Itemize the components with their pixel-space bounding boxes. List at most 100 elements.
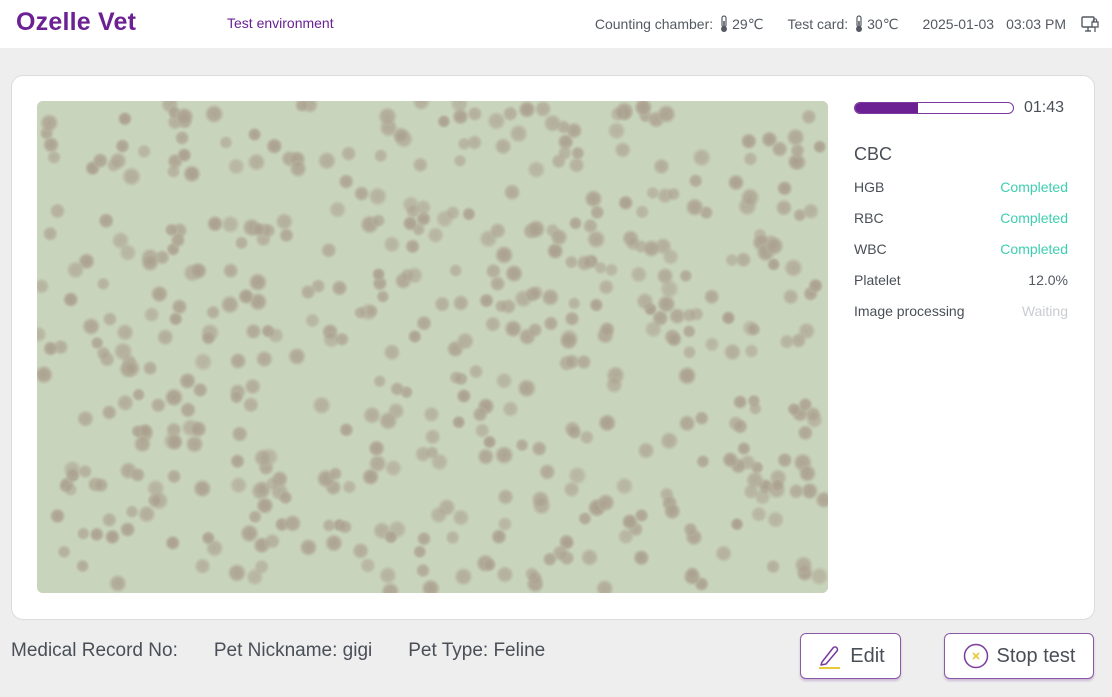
blood-cell bbox=[659, 431, 679, 451]
test-item-hgb: HGB Completed bbox=[854, 171, 1068, 202]
blood-cell bbox=[165, 433, 184, 451]
test-item-name: Platelet bbox=[854, 271, 901, 288]
blood-cell bbox=[580, 548, 599, 567]
microscopy-image bbox=[37, 101, 828, 593]
blood-cell bbox=[732, 394, 748, 410]
blood-cell bbox=[416, 531, 432, 547]
blood-cell bbox=[407, 329, 423, 344]
blood-cell bbox=[764, 236, 785, 256]
blood-cell bbox=[494, 445, 515, 465]
blood-cell bbox=[802, 202, 820, 220]
blood-cell bbox=[200, 330, 217, 346]
blood-cell bbox=[76, 526, 91, 541]
blood-cell bbox=[482, 557, 497, 572]
blood-cell bbox=[543, 113, 563, 133]
blood-cell bbox=[797, 397, 813, 412]
blood-cell bbox=[424, 428, 442, 446]
blood-cell bbox=[229, 475, 248, 495]
blood-cell bbox=[39, 113, 59, 133]
blood-cell bbox=[645, 185, 660, 200]
blood-cell bbox=[42, 225, 59, 242]
blood-cell bbox=[786, 127, 806, 147]
blood-cell bbox=[448, 370, 464, 386]
blood-cell bbox=[474, 422, 491, 439]
blood-cell bbox=[588, 297, 604, 313]
blood-cell bbox=[205, 304, 221, 320]
blood-cell bbox=[632, 549, 650, 567]
blood-cell bbox=[729, 517, 745, 532]
blood-cell bbox=[93, 477, 109, 494]
blood-cell bbox=[247, 127, 262, 142]
blood-cell bbox=[542, 315, 559, 332]
blood-cell bbox=[117, 111, 133, 127]
blood-cell bbox=[402, 215, 419, 232]
blood-cell bbox=[378, 566, 398, 585]
edit-button[interactable]: Edit bbox=[800, 633, 901, 679]
blood-cell bbox=[452, 294, 470, 312]
blood-cell bbox=[42, 136, 60, 154]
blood-cell bbox=[524, 566, 540, 582]
blood-cell bbox=[604, 262, 619, 278]
blood-cell bbox=[570, 145, 586, 161]
time: 03:03 PM bbox=[1006, 16, 1066, 32]
blood-cell bbox=[182, 164, 202, 184]
blood-cell bbox=[478, 292, 495, 309]
blood-cell bbox=[776, 452, 793, 469]
blood-cell bbox=[367, 186, 388, 207]
blood-cell bbox=[694, 410, 710, 426]
blood-cell bbox=[63, 482, 78, 497]
test-item-status: Waiting bbox=[1021, 302, 1068, 319]
blood-cell bbox=[331, 279, 348, 297]
blood-cell bbox=[255, 349, 274, 369]
blood-cell bbox=[133, 434, 152, 454]
blood-cell bbox=[495, 371, 514, 390]
blood-cell bbox=[220, 294, 240, 315]
blood-cell bbox=[504, 264, 524, 283]
counting-chamber-label: Counting chamber: bbox=[594, 16, 714, 32]
blood-cell bbox=[114, 138, 131, 154]
blood-cell bbox=[56, 544, 72, 559]
blood-cell bbox=[361, 467, 380, 486]
blood-cell bbox=[703, 288, 721, 306]
blood-cell bbox=[251, 221, 266, 237]
blood-cell bbox=[575, 353, 592, 371]
blood-cell bbox=[174, 130, 190, 146]
blood-cell bbox=[652, 157, 671, 176]
blood-cell bbox=[596, 493, 616, 512]
blood-cell bbox=[389, 381, 405, 397]
blood-cell bbox=[579, 429, 595, 446]
blood-cell bbox=[691, 147, 712, 168]
blood-cell bbox=[108, 574, 128, 593]
blood-cell bbox=[562, 480, 581, 499]
test-item-name: RBC bbox=[854, 209, 884, 226]
network-lock-icon[interactable] bbox=[1080, 14, 1100, 34]
blood-cell bbox=[359, 557, 377, 574]
pet-type: Pet Type: Feline bbox=[408, 640, 546, 661]
blood-cell bbox=[121, 166, 142, 187]
blood-cell bbox=[508, 123, 529, 144]
blood-cell bbox=[530, 440, 548, 457]
blood-cell bbox=[615, 476, 634, 496]
blood-cell bbox=[156, 328, 175, 347]
blood-cell bbox=[412, 544, 427, 559]
progress-bar-fill bbox=[855, 103, 919, 113]
blood-cell bbox=[49, 507, 66, 525]
blood-cell bbox=[204, 104, 225, 124]
blood-cell bbox=[721, 451, 739, 469]
blood-cell bbox=[724, 252, 740, 268]
blood-cell bbox=[659, 278, 680, 299]
blood-cell bbox=[149, 490, 169, 511]
blood-cell bbox=[136, 143, 152, 160]
blood-cell bbox=[179, 401, 197, 419]
blood-cell bbox=[663, 502, 682, 521]
blood-cell bbox=[677, 365, 697, 386]
progress-bar bbox=[854, 102, 1014, 114]
blood-cell bbox=[448, 263, 463, 278]
blood-cell bbox=[634, 204, 650, 220]
blood-cell bbox=[455, 331, 475, 351]
blood-cell bbox=[243, 377, 262, 396]
stop-test-button[interactable]: Stop test bbox=[944, 633, 1094, 679]
test-item-name: HGB bbox=[854, 178, 885, 195]
blood-cell bbox=[617, 194, 634, 211]
blood-cell bbox=[742, 483, 760, 500]
